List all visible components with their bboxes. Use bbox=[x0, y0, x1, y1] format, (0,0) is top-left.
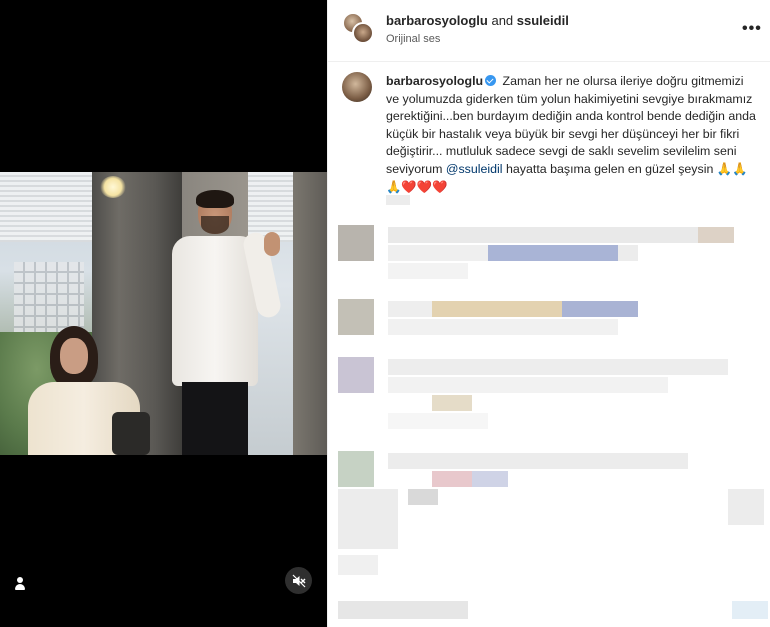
blurred-comment bbox=[338, 357, 374, 393]
caption-text: Zaman her ne olursa ileriye doğru gitmem… bbox=[386, 74, 756, 176]
collab-avatars[interactable] bbox=[342, 12, 374, 44]
collab-joiner: and bbox=[487, 13, 517, 28]
post-media[interactable] bbox=[0, 0, 327, 627]
user-icon[interactable] bbox=[12, 576, 28, 592]
post-caption: barbarosyologlu Zaman her ne olursa iler… bbox=[386, 73, 760, 196]
post-sidebar: barbarosyologlu and ssuleidil Orijinal s… bbox=[327, 0, 770, 627]
caption-avatar[interactable] bbox=[342, 72, 372, 102]
avatar[interactable] bbox=[352, 22, 374, 44]
muted-speaker-icon bbox=[292, 574, 305, 587]
blurred-comment bbox=[338, 225, 374, 261]
blurred-comment bbox=[338, 299, 374, 335]
caption-timestamp-blurred bbox=[386, 195, 410, 205]
blurred-comment bbox=[338, 451, 374, 487]
standing-man bbox=[168, 190, 288, 455]
blurred-comments bbox=[328, 215, 770, 627]
wall-lamp bbox=[100, 176, 126, 198]
mute-button[interactable] bbox=[285, 567, 312, 594]
caption-text-end: hayatta başıma gelen en güzel şeysin bbox=[502, 161, 717, 176]
post-header: barbarosyologlu and ssuleidil Orijinal s… bbox=[328, 0, 770, 62]
original-audio-link[interactable]: Orijinal ses bbox=[386, 33, 440, 45]
more-options-button[interactable]: ••• bbox=[742, 20, 762, 38]
video-frame[interactable] bbox=[0, 172, 327, 455]
author-username-link[interactable]: barbarosyologlu bbox=[386, 13, 488, 28]
caption-username-link[interactable]: barbarosyologlu bbox=[386, 74, 483, 88]
collaborator-username-link[interactable]: ssuleidil bbox=[517, 13, 569, 28]
verified-badge-icon bbox=[485, 75, 497, 86]
mention-link[interactable]: @ssuleidil bbox=[446, 162, 503, 176]
blurred-comment bbox=[338, 601, 468, 619]
